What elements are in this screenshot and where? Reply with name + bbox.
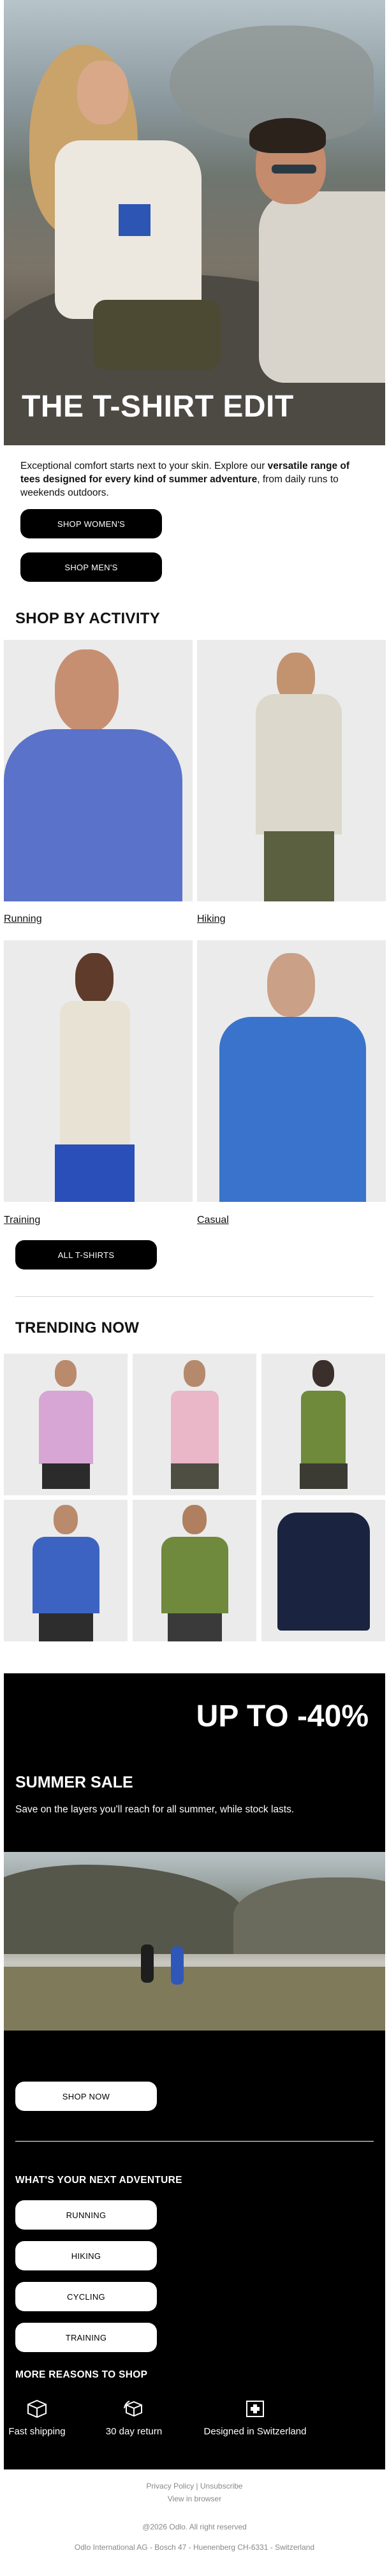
box-icon — [27, 2399, 47, 2418]
dark-shorts — [300, 1463, 348, 1489]
section-divider — [15, 1296, 374, 1297]
model-head — [184, 1360, 205, 1387]
woman-face — [77, 61, 128, 124]
reason-fast-shipping: Fast shipping — [0, 2399, 82, 2437]
black-shorts — [39, 1613, 93, 1641]
mountain-shape — [233, 1877, 385, 1954]
model-head — [55, 1360, 77, 1387]
unsubscribe-link[interactable]: Unsubscribe — [200, 2482, 243, 2491]
activity-link-casual[interactable]: Casual — [197, 1215, 229, 1226]
reasons-heading: MORE REASONS TO SHOP — [15, 2369, 148, 2380]
all-tshirts-button[interactable]: ALL T-SHIRTS — [15, 1240, 157, 1269]
trending-product[interactable] — [133, 1354, 256, 1495]
odlo-logo-icon — [119, 204, 150, 236]
model-head — [182, 1505, 207, 1534]
blue-tshirt — [219, 1017, 366, 1202]
model-head — [75, 953, 114, 1004]
intro-part1: Exceptional comfort starts next to your … — [20, 461, 268, 471]
activity-link-training[interactable]: Training — [4, 1215, 40, 1226]
man-hair — [249, 118, 326, 153]
olive-shorts — [171, 1463, 219, 1489]
trail-running-image[interactable] — [4, 1852, 385, 2031]
model-head — [55, 649, 119, 732]
return-box-icon — [124, 2401, 142, 2417]
activity-link-hiking[interactable]: Hiking — [197, 914, 225, 925]
black-shorts — [42, 1463, 90, 1489]
trending-now-heading: TRENDING NOW — [15, 1319, 140, 1336]
model-head — [267, 953, 315, 1017]
blue-tshirt — [4, 729, 182, 901]
pink-tshirt — [39, 1391, 93, 1464]
swiss-cross-icon — [246, 2401, 264, 2417]
shop-men-button[interactable]: SHOP MEN'S — [20, 552, 162, 582]
trending-product[interactable] — [4, 1354, 128, 1495]
trending-product[interactable] — [261, 1500, 385, 1641]
view-in-browser-link[interactable]: View in browser — [0, 2494, 389, 2503]
intro-text: Exceptional comfort starts next to your … — [20, 459, 365, 500]
white-tank — [60, 1001, 130, 1148]
activity-tile-hiking[interactable] — [197, 640, 386, 901]
runner-figure — [171, 1946, 184, 1985]
sale-percent: UP TO -40% — [196, 1699, 369, 1733]
activity-tile-training[interactable] — [4, 940, 193, 1202]
dark-shorts — [168, 1613, 222, 1641]
hero-image[interactable]: THE T-SHIRT EDIT — [4, 0, 385, 445]
sale-title: SUMMER SALE — [15, 1773, 133, 1791]
trending-product[interactable] — [261, 1354, 385, 1495]
sale-description: Save on the layers you'll reach for all … — [15, 1804, 295, 1815]
man-tshirt — [259, 191, 385, 383]
mountain-shape — [4, 1865, 246, 1954]
green-tshirt — [161, 1537, 228, 1613]
sale-divider — [15, 2141, 374, 2142]
summer-sale-section: UP TO -40% SUMMER SALE Save on the layer… — [4, 1673, 385, 2469]
blue-tshirt — [33, 1537, 99, 1613]
copyright-text: @2026 Odlo. All right reserved — [142, 2522, 247, 2531]
privacy-policy-link[interactable]: Privacy Policy — [146, 2482, 194, 2491]
trending-product[interactable] — [4, 1500, 128, 1641]
activity-tile-casual[interactable] — [197, 940, 386, 1202]
adventure-hiking-button[interactable]: HIKING — [15, 2241, 157, 2270]
reason-30-day-return: 30 day return — [89, 2399, 179, 2437]
trending-product[interactable] — [133, 1500, 256, 1641]
green-pants — [264, 831, 334, 901]
footer-links: Privacy Policy | Unsubscribe — [0, 2482, 389, 2491]
reason-label: 30 day return — [105, 2426, 163, 2437]
runner-figure — [141, 1944, 154, 1983]
reason-label: Designed in Switzerland — [203, 2426, 307, 2437]
ground-shape — [4, 1967, 385, 2031]
model-head — [312, 1360, 334, 1387]
reason-label: Fast shipping — [8, 2426, 66, 2437]
blue-shorts — [55, 1144, 135, 1202]
white-polo — [256, 694, 342, 834]
shop-now-button[interactable]: SHOP NOW — [15, 2082, 157, 2111]
sunglasses-icon — [272, 165, 316, 174]
company-address: Odlo International AG - Bosch 47 - Huene… — [74, 2543, 315, 2552]
model-head — [54, 1505, 78, 1534]
navy-polo — [277, 1513, 370, 1631]
shop-women-button[interactable]: SHOP WOMEN'S — [20, 509, 162, 538]
hero-title: THE T-SHIRT EDIT — [22, 390, 294, 424]
adventure-heading: WHAT'S YOUR NEXT ADVENTURE — [15, 2175, 182, 2186]
adventure-cycling-button[interactable]: CYCLING — [15, 2282, 157, 2311]
reason-designed-switzerland: Designed in Switzerland — [191, 2399, 319, 2437]
footer-separator: | — [196, 2482, 198, 2491]
activity-tile-running[interactable] — [4, 640, 193, 901]
shop-by-activity-heading: SHOP BY ACTIVITY — [15, 610, 161, 627]
green-tank — [301, 1391, 346, 1464]
activity-link-running[interactable]: Running — [4, 914, 42, 925]
adventure-running-button[interactable]: RUNNING — [15, 2200, 157, 2230]
adventure-training-button[interactable]: TRAINING — [15, 2323, 157, 2352]
pink-tank — [171, 1391, 219, 1464]
woman-shorts — [93, 300, 221, 370]
